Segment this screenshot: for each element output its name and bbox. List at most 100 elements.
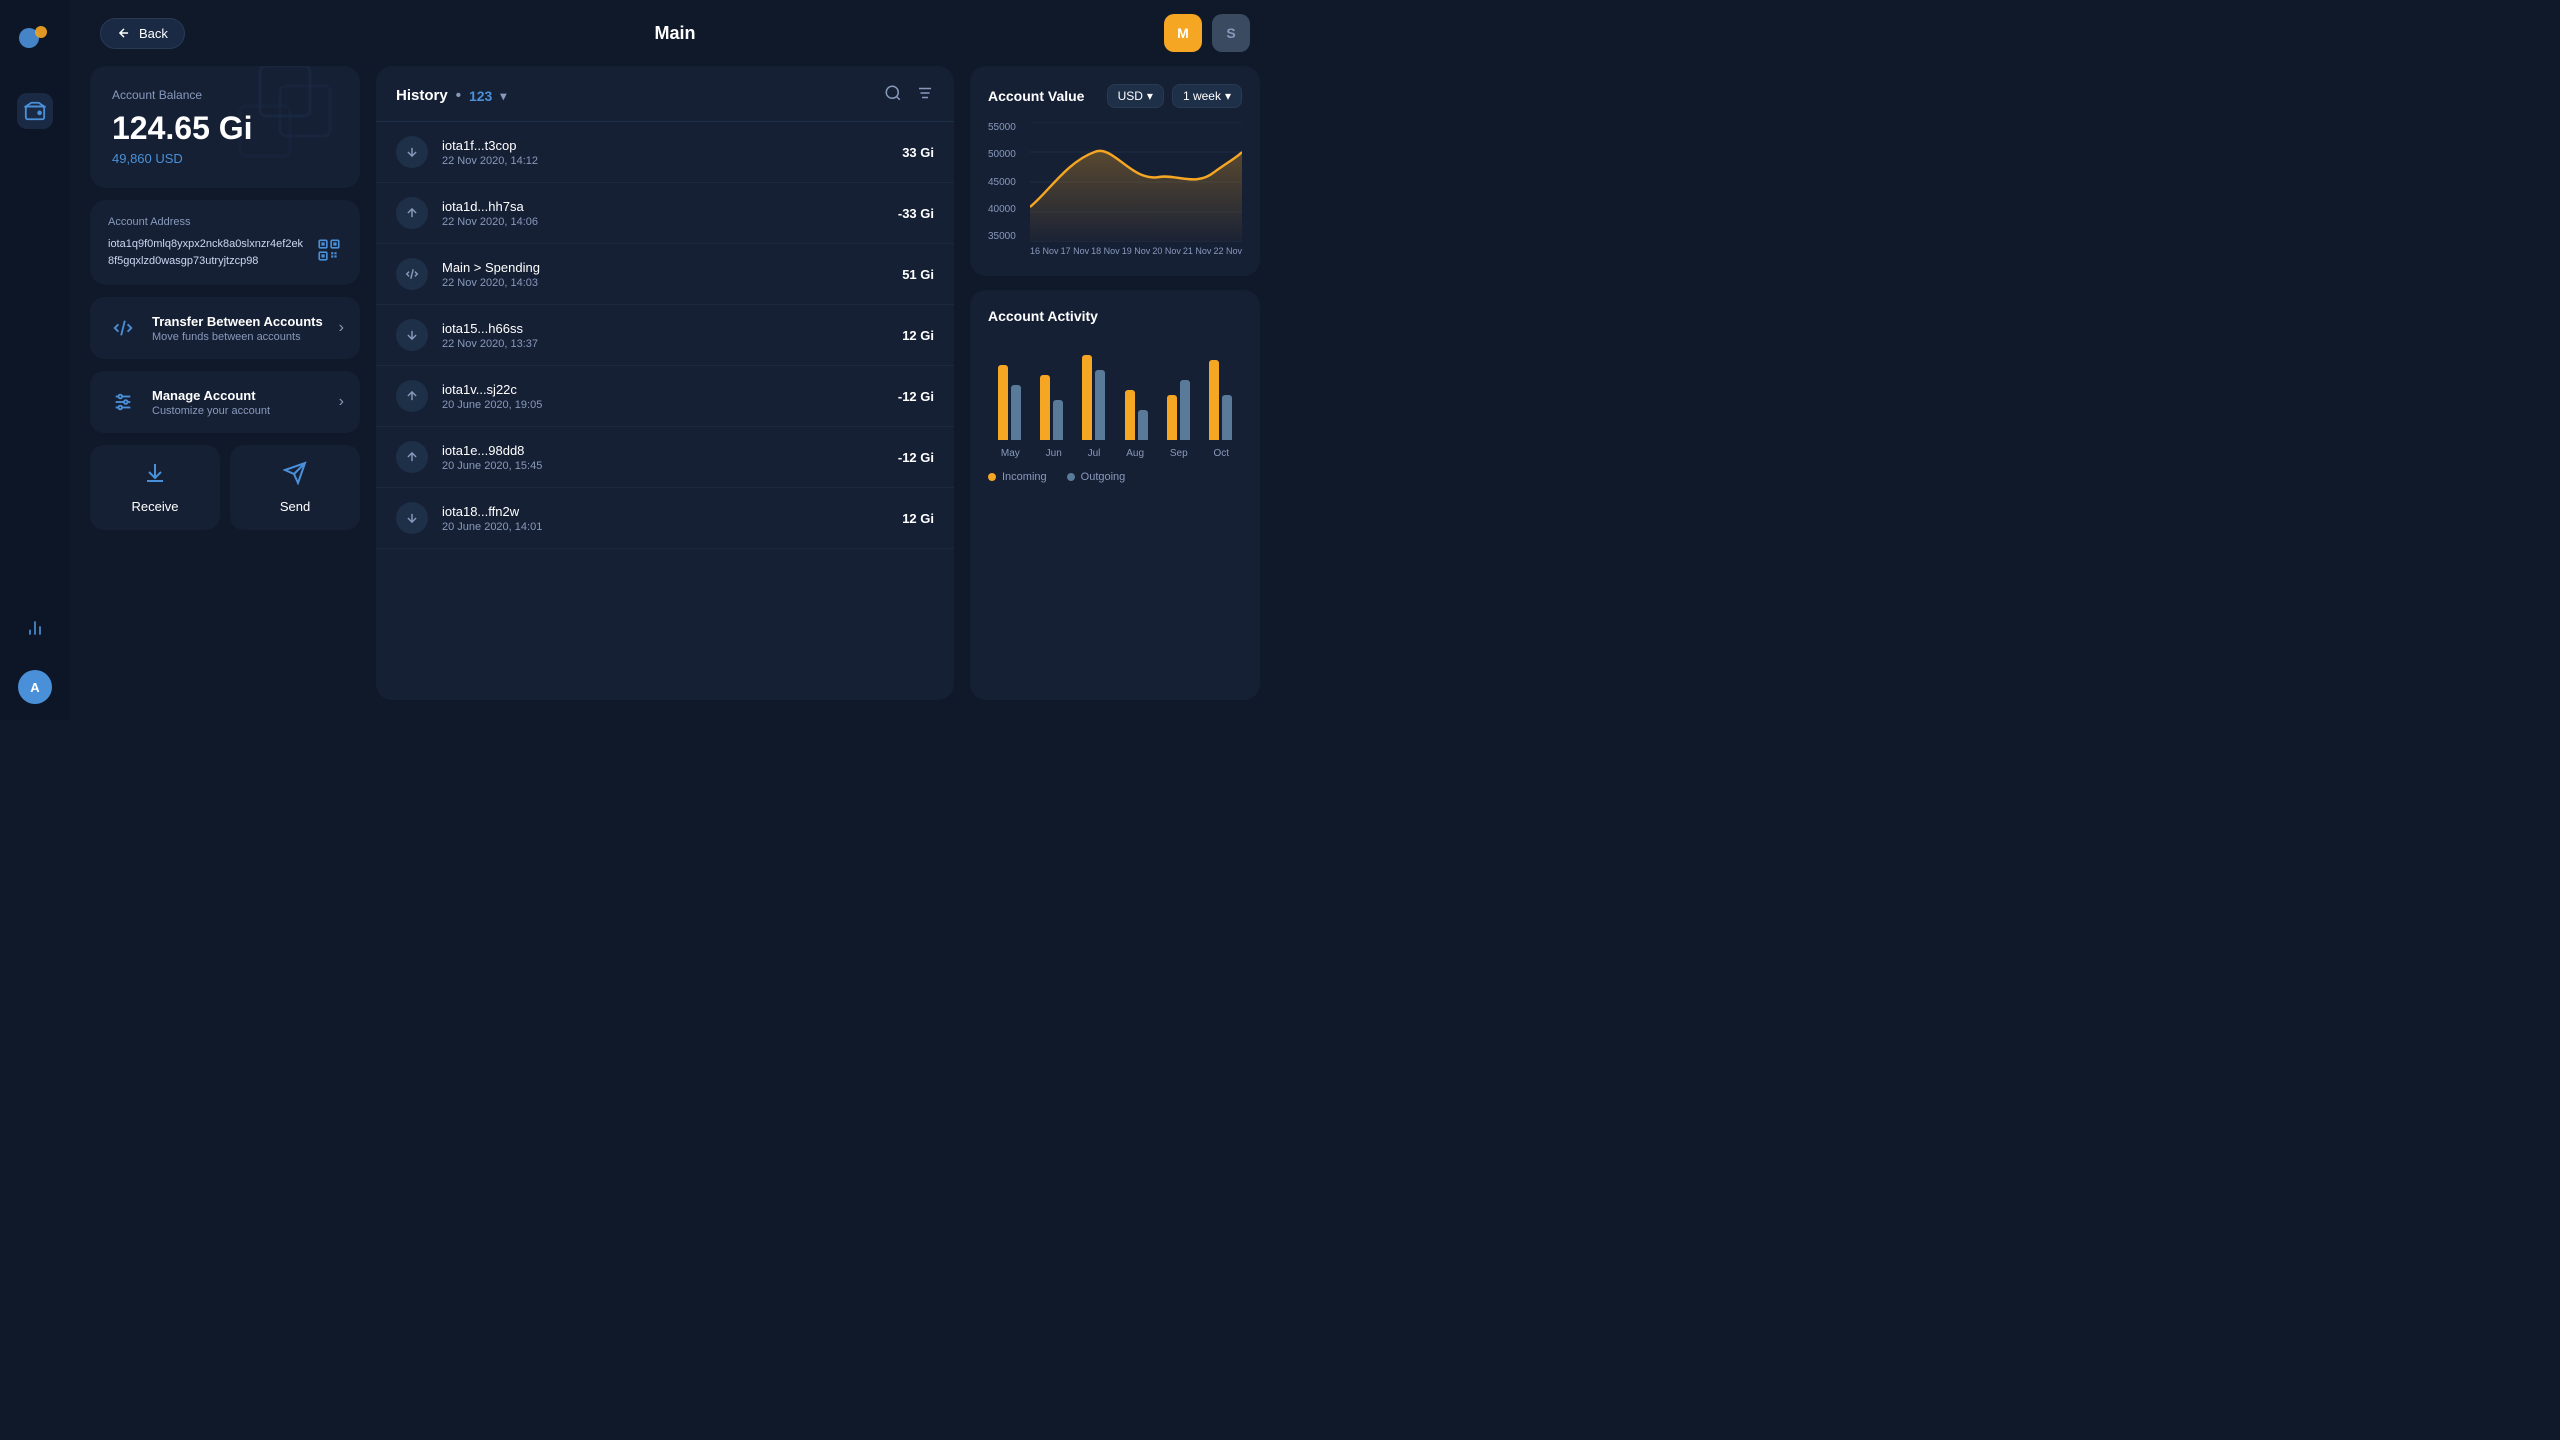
address-label: Account Address — [108, 216, 342, 228]
chart-y-label: 45000 — [988, 177, 1016, 188]
bar-x-label: Oct — [1213, 448, 1229, 459]
manage-action-card[interactable]: Manage Account Customize your account › — [90, 371, 360, 433]
bar-incoming — [998, 365, 1008, 440]
bar-group — [1115, 390, 1157, 440]
tx-amount: -12 Gi — [898, 389, 934, 404]
sidebar-bottom: A — [17, 610, 53, 704]
bar-group — [988, 365, 1030, 440]
tx-date: 20 June 2020, 19:05 — [442, 399, 898, 411]
avatar-m[interactable]: M — [1164, 14, 1202, 52]
bar-incoming — [1040, 375, 1050, 440]
sidebar-logo — [13, 16, 57, 65]
right-column: Account Value USD ▾ 1 week ▾ 55000 50000 4… — [970, 66, 1260, 700]
legend-outgoing-dot — [1067, 473, 1075, 481]
chart-title: Account Value — [988, 88, 1084, 104]
transaction-item[interactable]: iota18...ffn2w 20 June 2020, 14:01 12 Gi — [376, 488, 954, 549]
transaction-item[interactable]: iota1v...sj22c 20 June 2020, 19:05 -12 G… — [376, 366, 954, 427]
legend-outgoing: Outgoing — [1067, 471, 1126, 483]
sidebar-item-wallet[interactable] — [17, 93, 53, 129]
receive-label: Receive — [132, 499, 179, 514]
tx-info: iota1e...98dd8 20 June 2020, 15:45 — [442, 443, 898, 472]
tx-info: iota1f...t3cop 22 Nov 2020, 14:12 — [442, 138, 902, 167]
sidebar-avatar-a[interactable]: A — [18, 670, 52, 704]
history-title: History • 123 ▾ — [396, 87, 506, 104]
chart-area — [1030, 122, 1242, 242]
chart-x-label: 17 Nov — [1061, 246, 1090, 256]
currency-chevron-icon: ▾ — [1147, 89, 1153, 103]
tx-address: iota1f...t3cop — [442, 138, 902, 153]
tx-address: iota1e...98dd8 — [442, 443, 898, 458]
chart-y-label: 35000 — [988, 231, 1016, 242]
chart-x-labels: 16 Nov17 Nov18 Nov19 Nov20 Nov21 Nov22 N… — [1030, 246, 1242, 256]
bar-outgoing — [1095, 370, 1105, 440]
tx-icon — [396, 502, 428, 534]
page-title: Main — [654, 23, 695, 44]
history-dropdown-icon[interactable]: ▾ — [500, 89, 506, 103]
activity-title: Account Activity — [988, 308, 1242, 324]
chart-x-label: 20 Nov — [1152, 246, 1181, 256]
sidebar-item-chart[interactable] — [17, 610, 53, 646]
chart-y-label: 50000 — [988, 149, 1016, 160]
tx-date: 20 June 2020, 15:45 — [442, 460, 898, 472]
currency-select[interactable]: USD ▾ — [1107, 84, 1164, 108]
tx-info: Main > Spending 22 Nov 2020, 14:03 — [442, 260, 902, 289]
tx-icon — [396, 319, 428, 351]
bar-outgoing — [1138, 410, 1148, 440]
receive-button[interactable]: Receive — [90, 445, 220, 530]
chart-x-label: 22 Nov — [1213, 246, 1242, 256]
send-button[interactable]: Send — [230, 445, 360, 530]
chart-x-label: 18 Nov — [1091, 246, 1120, 256]
history-count: 123 — [469, 88, 492, 104]
header-avatars: M S — [1164, 14, 1250, 52]
transaction-item[interactable]: iota1e...98dd8 20 June 2020, 15:45 -12 G… — [376, 427, 954, 488]
transfer-text: Transfer Between Accounts Move funds bet… — [152, 314, 327, 343]
transaction-item[interactable]: iota1d...hh7sa 22 Nov 2020, 14:06 -33 Gi — [376, 183, 954, 244]
line-chart: 5500050000450004000035000 — [988, 122, 1242, 262]
qr-icon[interactable] — [316, 237, 342, 268]
columns-container: Account Balance 124.65 Gi 49,860 USD Acc… — [70, 66, 1280, 720]
chart-legend: Incoming Outgoing — [988, 471, 1242, 483]
tx-address: iota1d...hh7sa — [442, 199, 898, 214]
history-search-button[interactable] — [884, 84, 902, 107]
tx-amount: -33 Gi — [898, 206, 934, 221]
tx-info: iota18...ffn2w 20 June 2020, 14:01 — [442, 504, 902, 533]
legend-incoming: Incoming — [988, 471, 1047, 483]
tx-icon — [396, 136, 428, 168]
manage-chevron-icon: › — [339, 393, 344, 411]
back-button[interactable]: Back — [100, 18, 185, 49]
avatar-s[interactable]: S — [1212, 14, 1250, 52]
transaction-item[interactable]: Main > Spending 22 Nov 2020, 14:03 51 Gi — [376, 244, 954, 305]
tx-address: iota18...ffn2w — [442, 504, 902, 519]
chart-x-label: 16 Nov — [1030, 246, 1059, 256]
address-card: Account Address iota1q9f0mlq8yxpx2nck8a0… — [90, 200, 360, 285]
bar-incoming — [1209, 360, 1219, 440]
main-content: Back Main M S — [70, 0, 1280, 720]
history-filter-button[interactable] — [916, 84, 934, 107]
bar-x-label: May — [1001, 448, 1020, 459]
bar-group — [1073, 355, 1115, 440]
transfer-action-card[interactable]: Transfer Between Accounts Move funds bet… — [90, 297, 360, 359]
chart-x-label: 21 Nov — [1183, 246, 1212, 256]
bar-x-label: Jul — [1088, 448, 1101, 459]
header: Back Main M S — [70, 0, 1280, 66]
tx-address: Main > Spending — [442, 260, 902, 275]
bottom-buttons: Receive Send — [90, 445, 360, 530]
bar-x-label: Jun — [1046, 448, 1062, 459]
left-column: Account Balance 124.65 Gi 49,860 USD Acc… — [90, 66, 360, 700]
bar-outgoing — [1180, 380, 1190, 440]
bar-outgoing — [1053, 400, 1063, 440]
chart-y-label: 55000 — [988, 122, 1016, 133]
bar-chart — [988, 340, 1242, 440]
chart-y-labels: 5500050000450004000035000 — [988, 122, 1016, 242]
transaction-item[interactable]: iota1f...t3cop 22 Nov 2020, 14:12 33 Gi — [376, 122, 954, 183]
transfer-title: Transfer Between Accounts — [152, 314, 327, 329]
bar-incoming — [1082, 355, 1092, 440]
bar-group — [1030, 375, 1072, 440]
bar-x-label: Aug — [1126, 448, 1144, 459]
transaction-item[interactable]: iota15...h66ss 22 Nov 2020, 13:37 12 Gi — [376, 305, 954, 366]
tx-address: iota15...h66ss — [442, 321, 902, 336]
period-select[interactable]: 1 week ▾ — [1172, 84, 1242, 108]
tx-icon — [396, 380, 428, 412]
chart-x-label: 19 Nov — [1122, 246, 1151, 256]
transfer-subtitle: Move funds between accounts — [152, 331, 327, 343]
